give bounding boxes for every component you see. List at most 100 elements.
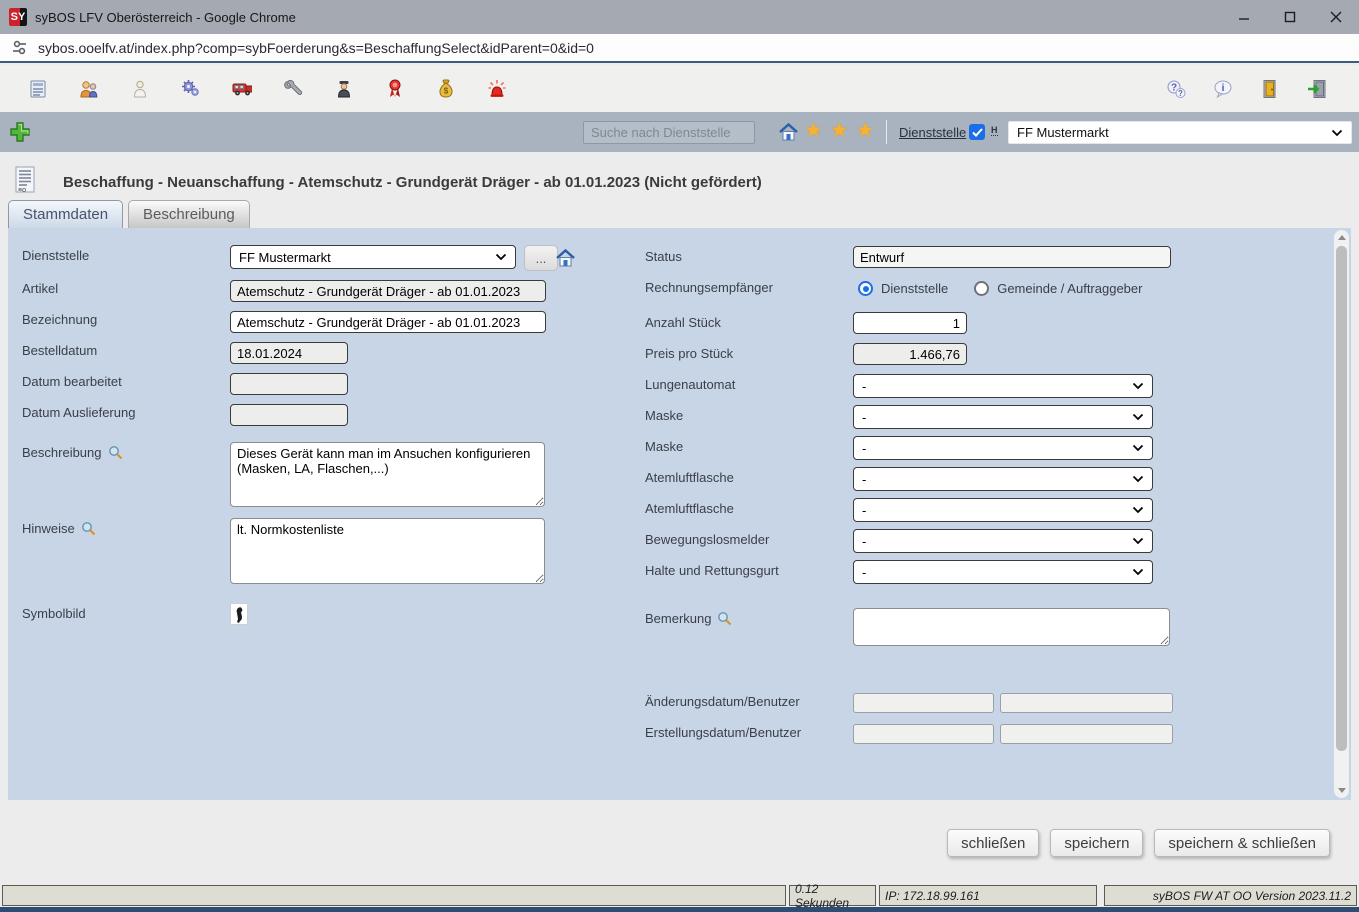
bewegungslosmelder-label: Bewegungslosmelder bbox=[645, 532, 769, 547]
app-toolbar: $ ?? i bbox=[0, 65, 1359, 112]
home-icon[interactable] bbox=[779, 123, 798, 141]
tab-beschreibung[interactable]: Beschreibung bbox=[128, 200, 250, 228]
anzahl-label: Anzahl Stück bbox=[645, 315, 721, 330]
site-settings-icon[interactable] bbox=[11, 39, 28, 56]
url-text[interactable]: sybos.ooelfv.at/index.php?comp=sybFoerde… bbox=[38, 40, 594, 56]
dienststelle-checkbox[interactable] bbox=[969, 124, 985, 140]
tab-bar: Stammdaten Beschreibung bbox=[8, 200, 250, 228]
minimize-button[interactable] bbox=[1221, 0, 1267, 34]
radio-dienststelle[interactable] bbox=[858, 281, 873, 296]
aenderungsdatum-label: Änderungsdatum/Benutzer bbox=[645, 694, 800, 709]
chevron-down-icon bbox=[1132, 568, 1144, 576]
bewegungslosmelder-select[interactable]: - bbox=[853, 529, 1153, 553]
aenderungsbenutzer-field bbox=[1000, 693, 1173, 713]
alarm-icon[interactable] bbox=[487, 79, 507, 99]
officer-icon[interactable] bbox=[334, 79, 354, 99]
dienststelle-more-button[interactable]: ... bbox=[524, 245, 558, 271]
document-icon: ≡o bbox=[13, 166, 37, 196]
magnifier-icon[interactable] bbox=[81, 521, 96, 536]
rettungsgurt-select[interactable]: - bbox=[853, 560, 1153, 584]
tab-label: Beschreibung bbox=[143, 206, 235, 223]
bezeichnung-label: Bezeichnung bbox=[22, 312, 97, 327]
search-input[interactable] bbox=[583, 121, 755, 144]
tab-stammdaten[interactable]: Stammdaten bbox=[8, 200, 123, 228]
hierarchy-mark[interactable]: H bbox=[991, 125, 998, 136]
close-button[interactable] bbox=[1313, 0, 1359, 34]
maske2-select[interactable]: - bbox=[853, 436, 1153, 460]
atemluftflasche1-select[interactable]: - bbox=[853, 467, 1153, 491]
dienststelle-select-value: FF Mustermarkt bbox=[239, 250, 331, 265]
scrollbar-thumb[interactable] bbox=[1336, 246, 1347, 751]
browser-window: SY syBOS LFV Oberösterreich - Google Chr… bbox=[0, 0, 1359, 912]
rettungsgurt-label: Halte und Rettungsgurt bbox=[645, 563, 779, 578]
tab-label: Stammdaten bbox=[23, 206, 108, 223]
select-value: - bbox=[862, 565, 866, 580]
awards-icon[interactable] bbox=[385, 79, 405, 99]
beschreibung-label: Beschreibung bbox=[22, 445, 123, 460]
browser-address-bar[interactable]: sybos.ooelfv.at/index.php?comp=sybFoerde… bbox=[0, 34, 1359, 63]
scroll-up-arrow[interactable] bbox=[1334, 230, 1349, 245]
datum-auslieferung-label: Datum Auslieferung bbox=[22, 405, 135, 420]
lungenautomat-label: Lungenautomat bbox=[645, 377, 735, 392]
members-icon[interactable] bbox=[79, 79, 99, 99]
magnifier-icon[interactable] bbox=[108, 445, 123, 460]
atemluftflasche2-label: Atemluftflasche bbox=[645, 501, 734, 516]
magnifier-icon[interactable] bbox=[717, 611, 732, 626]
report-icon[interactable] bbox=[28, 79, 48, 99]
door-icon[interactable] bbox=[1260, 79, 1280, 99]
person-icon[interactable] bbox=[130, 79, 150, 99]
star-icon[interactable]: ★ bbox=[830, 118, 849, 144]
hinweise-textarea[interactable]: lt. Normkostenliste bbox=[230, 518, 545, 584]
star-icon[interactable]: ★ bbox=[804, 118, 823, 144]
dienststelle-select[interactable]: FF Mustermarkt bbox=[230, 245, 516, 269]
form-panel: Dienststelle FF Mustermarkt ... Artikel … bbox=[8, 228, 1351, 800]
svg-text:$: $ bbox=[444, 87, 449, 96]
select-value: - bbox=[862, 410, 866, 425]
maske1-select[interactable]: - bbox=[853, 405, 1153, 429]
atemluftflasche2-select[interactable]: - bbox=[853, 498, 1153, 522]
page-header: ≡o Beschaffung - Neuanschaffung - Atemsc… bbox=[0, 152, 1359, 200]
station-select[interactable]: FF Mustermarkt bbox=[1008, 121, 1352, 144]
symbolbild-thumbnail[interactable] bbox=[230, 603, 248, 625]
dienststelle-link[interactable]: Dienststelle bbox=[899, 125, 966, 140]
datum-bearbeitet-field bbox=[230, 373, 348, 395]
select-value: - bbox=[862, 441, 866, 456]
footer-buttons: schließen speichern speichern & schließe… bbox=[947, 829, 1330, 857]
bemerkung-textarea[interactable] bbox=[853, 608, 1170, 646]
symbolbild-label: Symbolbild bbox=[22, 606, 86, 621]
favorite-stars: ★ ★ ★ bbox=[804, 118, 874, 144]
datum-bearbeitet-label: Datum bearbeitet bbox=[22, 374, 122, 389]
close-form-button[interactable]: schließen bbox=[947, 829, 1039, 857]
hinweise-label: Hinweise bbox=[22, 521, 96, 536]
preis-label: Preis pro Stück bbox=[645, 346, 733, 361]
dienststelle-home-icon[interactable] bbox=[556, 249, 575, 267]
logout-icon[interactable] bbox=[1307, 79, 1327, 99]
bezeichnung-field[interactable] bbox=[230, 311, 546, 333]
statusbar-spacer bbox=[2, 885, 786, 906]
info-icon[interactable]: i bbox=[1213, 79, 1233, 99]
radio-dienststelle-label: Dienststelle bbox=[881, 281, 948, 296]
maximize-button[interactable] bbox=[1267, 0, 1313, 34]
radio-gemeinde-label: Gemeinde / Auftraggeber bbox=[997, 281, 1142, 296]
vehicle-icon[interactable] bbox=[232, 79, 252, 99]
bemerkung-label: Bemerkung bbox=[645, 611, 732, 626]
help-icon[interactable]: ?? bbox=[1166, 79, 1186, 99]
scroll-down-arrow[interactable] bbox=[1334, 783, 1349, 798]
star-icon[interactable]: ★ bbox=[856, 118, 875, 144]
anzahl-field[interactable] bbox=[853, 312, 967, 334]
lungenautomat-select[interactable]: - bbox=[853, 374, 1153, 398]
artikel-field bbox=[230, 280, 546, 302]
beschreibung-textarea[interactable]: Dieses Gerät kann man im Ansuchen konfig… bbox=[230, 442, 545, 507]
add-icon[interactable] bbox=[9, 121, 31, 143]
panel-scrollbar[interactable] bbox=[1334, 230, 1349, 798]
finance-icon[interactable]: $ bbox=[436, 79, 456, 99]
settings-icon[interactable] bbox=[181, 79, 201, 99]
divider bbox=[886, 120, 887, 144]
save-button[interactable]: speichern bbox=[1050, 829, 1143, 857]
equipment-icon[interactable] bbox=[283, 79, 303, 99]
radio-gemeinde[interactable] bbox=[974, 281, 989, 296]
dienststelle-label: Dienststelle bbox=[22, 248, 89, 263]
save-and-close-button[interactable]: speichern & schließen bbox=[1154, 829, 1330, 857]
bestelldatum-label: Bestelldatum bbox=[22, 343, 97, 358]
bemerkung-label-text: Bemerkung bbox=[645, 611, 711, 626]
